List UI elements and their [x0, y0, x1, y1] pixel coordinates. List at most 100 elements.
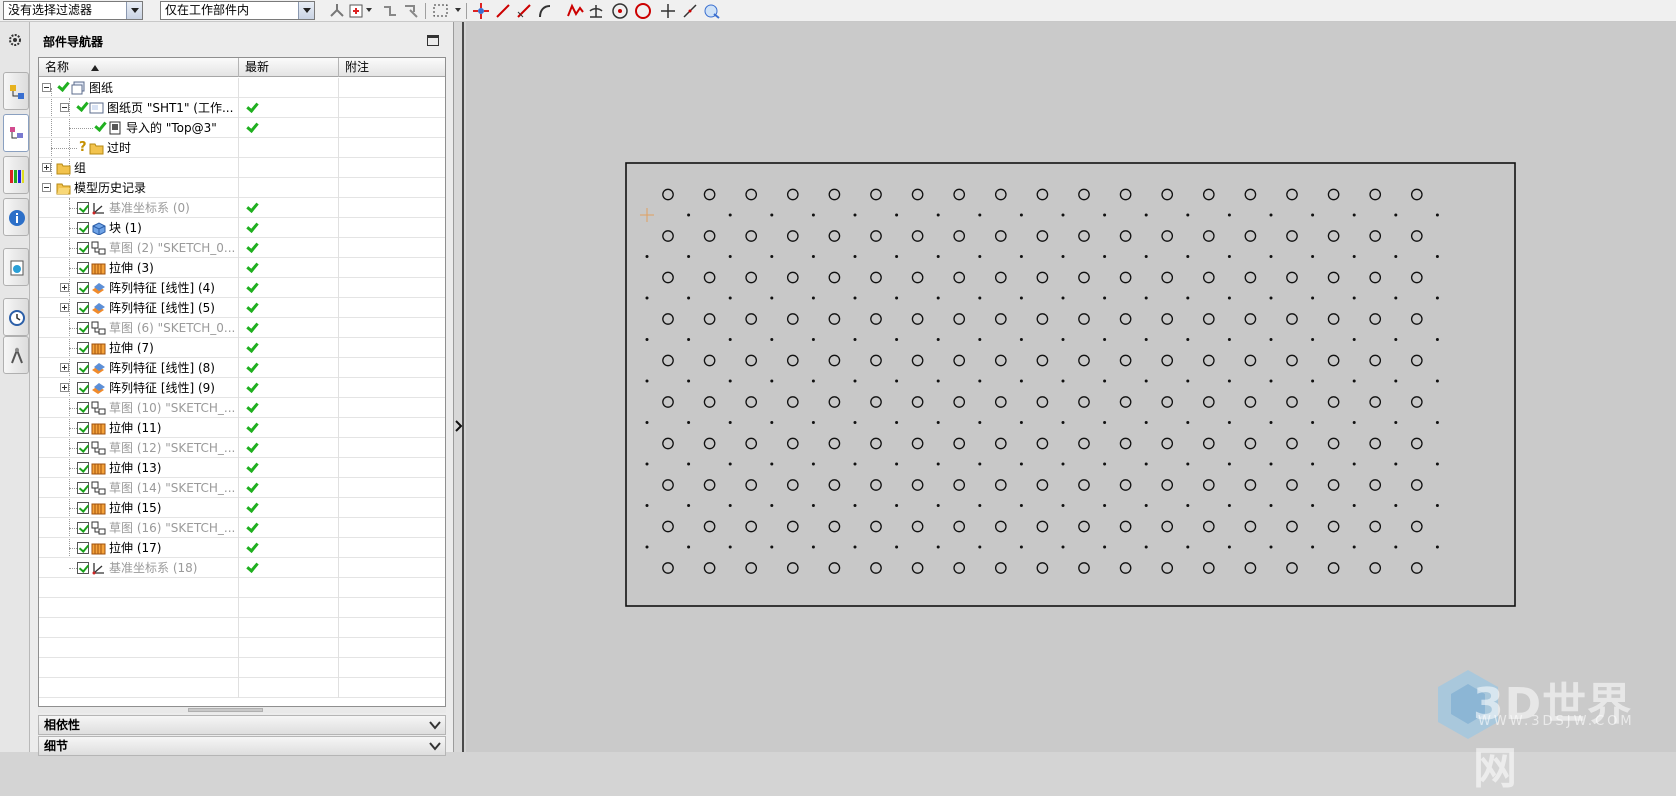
line-2-icon[interactable]	[515, 2, 533, 20]
collapse-icon[interactable]	[42, 83, 51, 92]
expand-icon[interactable]	[60, 383, 69, 392]
column-header-notes[interactable]: 附注	[339, 58, 445, 77]
select-face-icon[interactable]	[402, 2, 420, 20]
details-section[interactable]: 细节	[38, 736, 446, 756]
roles-tab[interactable]	[3, 336, 29, 374]
suppress-checkbox[interactable]	[77, 222, 89, 234]
tree-row-feature[interactable]: 草图 (12) "SKETCH_...	[39, 438, 445, 458]
suppress-checkbox[interactable]	[77, 282, 89, 294]
expand-icon[interactable]	[60, 283, 69, 292]
tree-row-feature[interactable]: 块 (1)	[39, 218, 445, 238]
tree-row-drawing[interactable]: 图纸	[39, 78, 445, 98]
tree-row-groups[interactable]: 组	[39, 158, 445, 178]
chevron-down-icon[interactable]	[298, 2, 314, 19]
line-icon[interactable]	[494, 2, 512, 20]
tree-row-imported-view[interactable]: 导入的 "Top@3"	[39, 118, 445, 138]
suppress-checkbox[interactable]	[77, 422, 89, 434]
scrollbar-thumb[interactable]	[188, 708, 263, 712]
expand-icon[interactable]	[60, 363, 69, 372]
collapse-icon[interactable]	[42, 183, 51, 192]
chevron-down-icon[interactable]	[366, 8, 372, 12]
horizontal-scrollbar[interactable]	[38, 707, 446, 713]
selection-scope-select[interactable]: 仅在工作部件内	[160, 1, 315, 20]
suppress-checkbox[interactable]	[77, 502, 89, 514]
drawing-sheet[interactable]	[466, 22, 1676, 752]
tree-row-feature[interactable]: 拉伸 (13)	[39, 458, 445, 478]
cross-icon[interactable]	[659, 2, 677, 20]
tree-row-feature[interactable]: 阵列特征 [线性] (4)	[39, 278, 445, 298]
rectangle-select-icon[interactable]	[432, 2, 450, 20]
web-browser-tab[interactable]	[3, 248, 29, 286]
tree-row-feature[interactable]: 拉伸 (15)	[39, 498, 445, 518]
suppress-checkbox[interactable]	[77, 562, 89, 574]
tree-row-feature[interactable]: 阵列特征 [线性] (8)	[39, 358, 445, 378]
dependencies-section[interactable]: 相依性	[38, 715, 446, 735]
tree-row-feature[interactable]: 拉伸 (7)	[39, 338, 445, 358]
perpendicular-icon[interactable]	[587, 2, 605, 20]
suppress-checkbox[interactable]	[77, 262, 89, 274]
suppress-checkbox[interactable]	[77, 382, 89, 394]
suppress-checkbox[interactable]	[77, 322, 89, 334]
maximize-icon[interactable]	[427, 35, 439, 46]
suppress-checkbox[interactable]	[77, 442, 89, 454]
circle-center-icon[interactable]	[611, 2, 629, 20]
part-navigator-tab[interactable]	[3, 114, 29, 152]
assembly-navigator-tab[interactable]	[3, 72, 29, 110]
add-point-icon[interactable]	[347, 2, 365, 20]
curve-icon[interactable]	[566, 2, 584, 20]
select-chain-icon[interactable]	[381, 2, 399, 20]
sketch-point	[978, 213, 982, 217]
tree-row-feature[interactable]: 基准坐标系 (0)	[39, 198, 445, 218]
chevron-down-icon[interactable]	[126, 2, 142, 19]
selection-filter-select[interactable]: 没有选择过滤器	[3, 1, 143, 20]
circle-icon[interactable]	[634, 2, 652, 20]
suppress-checkbox[interactable]	[77, 542, 89, 554]
tree-row-feature[interactable]: 拉伸 (3)	[39, 258, 445, 278]
tree-row-feature[interactable]: 草图 (2) "SKETCH_0...	[39, 238, 445, 258]
suppress-checkbox[interactable]	[77, 362, 89, 374]
chevron-right-icon[interactable]	[455, 420, 463, 432]
suppress-checkbox[interactable]	[77, 202, 89, 214]
snap-point-icon[interactable]	[328, 2, 346, 20]
chevron-down-icon[interactable]	[455, 8, 461, 12]
tree-row-feature[interactable]: 草图 (16) "SKETCH_...	[39, 518, 445, 538]
suppress-checkbox[interactable]	[77, 462, 89, 474]
suppress-checkbox[interactable]	[77, 302, 89, 314]
feature-tree[interactable]: 名称 最新 附注 图纸 图纸页 "SHT1" (工作... 导入的 "Top@3…	[38, 57, 446, 707]
expand-icon[interactable]	[42, 163, 51, 172]
tree-row-sheet[interactable]: 图纸页 "SHT1" (工作...	[39, 98, 445, 118]
suppress-checkbox[interactable]	[77, 522, 89, 534]
history-tab[interactable]	[3, 298, 29, 336]
suppress-checkbox[interactable]	[77, 342, 89, 354]
tree-row-feature[interactable]: 草图 (14) "SKETCH_...	[39, 478, 445, 498]
graphics-window[interactable]	[466, 22, 1676, 752]
latest-check-icon	[246, 300, 259, 313]
tree-row-feature[interactable]: 基准坐标系 (18)	[39, 558, 445, 578]
tree-row-feature[interactable]: 草图 (10) "SKETCH_...	[39, 398, 445, 418]
suppress-checkbox[interactable]	[77, 242, 89, 254]
info-tab[interactable]	[3, 198, 29, 236]
tree-row-feature[interactable]: 阵列特征 [线性] (5)	[39, 298, 445, 318]
suppress-checkbox[interactable]	[77, 402, 89, 414]
panel-splitter[interactable]	[454, 22, 464, 752]
tangent-icon[interactable]	[681, 2, 699, 20]
tree-row-feature[interactable]: 阵列特征 [线性] (9)	[39, 378, 445, 398]
part-navigator-icon	[10, 127, 23, 139]
expand-icon[interactable]	[60, 303, 69, 312]
tree-row-feature[interactable]: 拉伸 (11)	[39, 418, 445, 438]
column-header-name[interactable]: 名称	[39, 58, 239, 77]
settings-gear-icon[interactable]	[7, 32, 23, 48]
suppress-checkbox[interactable]	[77, 482, 89, 494]
chevron-down-icon[interactable]	[427, 717, 443, 733]
column-header-latest[interactable]: 最新	[239, 58, 339, 77]
view-icon[interactable]	[703, 2, 721, 20]
folder-open-icon	[56, 183, 71, 195]
tree-row-outdated[interactable]: ? 过时	[39, 138, 445, 158]
reuse-library-tab[interactable]	[3, 156, 29, 194]
collapse-icon[interactable]	[60, 103, 69, 112]
tree-row-feature[interactable]: 草图 (6) "SKETCH_0...	[39, 318, 445, 338]
arc-icon[interactable]	[536, 2, 554, 20]
tree-row-model-history[interactable]: 模型历史记录	[39, 178, 445, 198]
tree-row-feature[interactable]: 拉伸 (17)	[39, 538, 445, 558]
point-constructor-icon[interactable]	[472, 2, 490, 20]
